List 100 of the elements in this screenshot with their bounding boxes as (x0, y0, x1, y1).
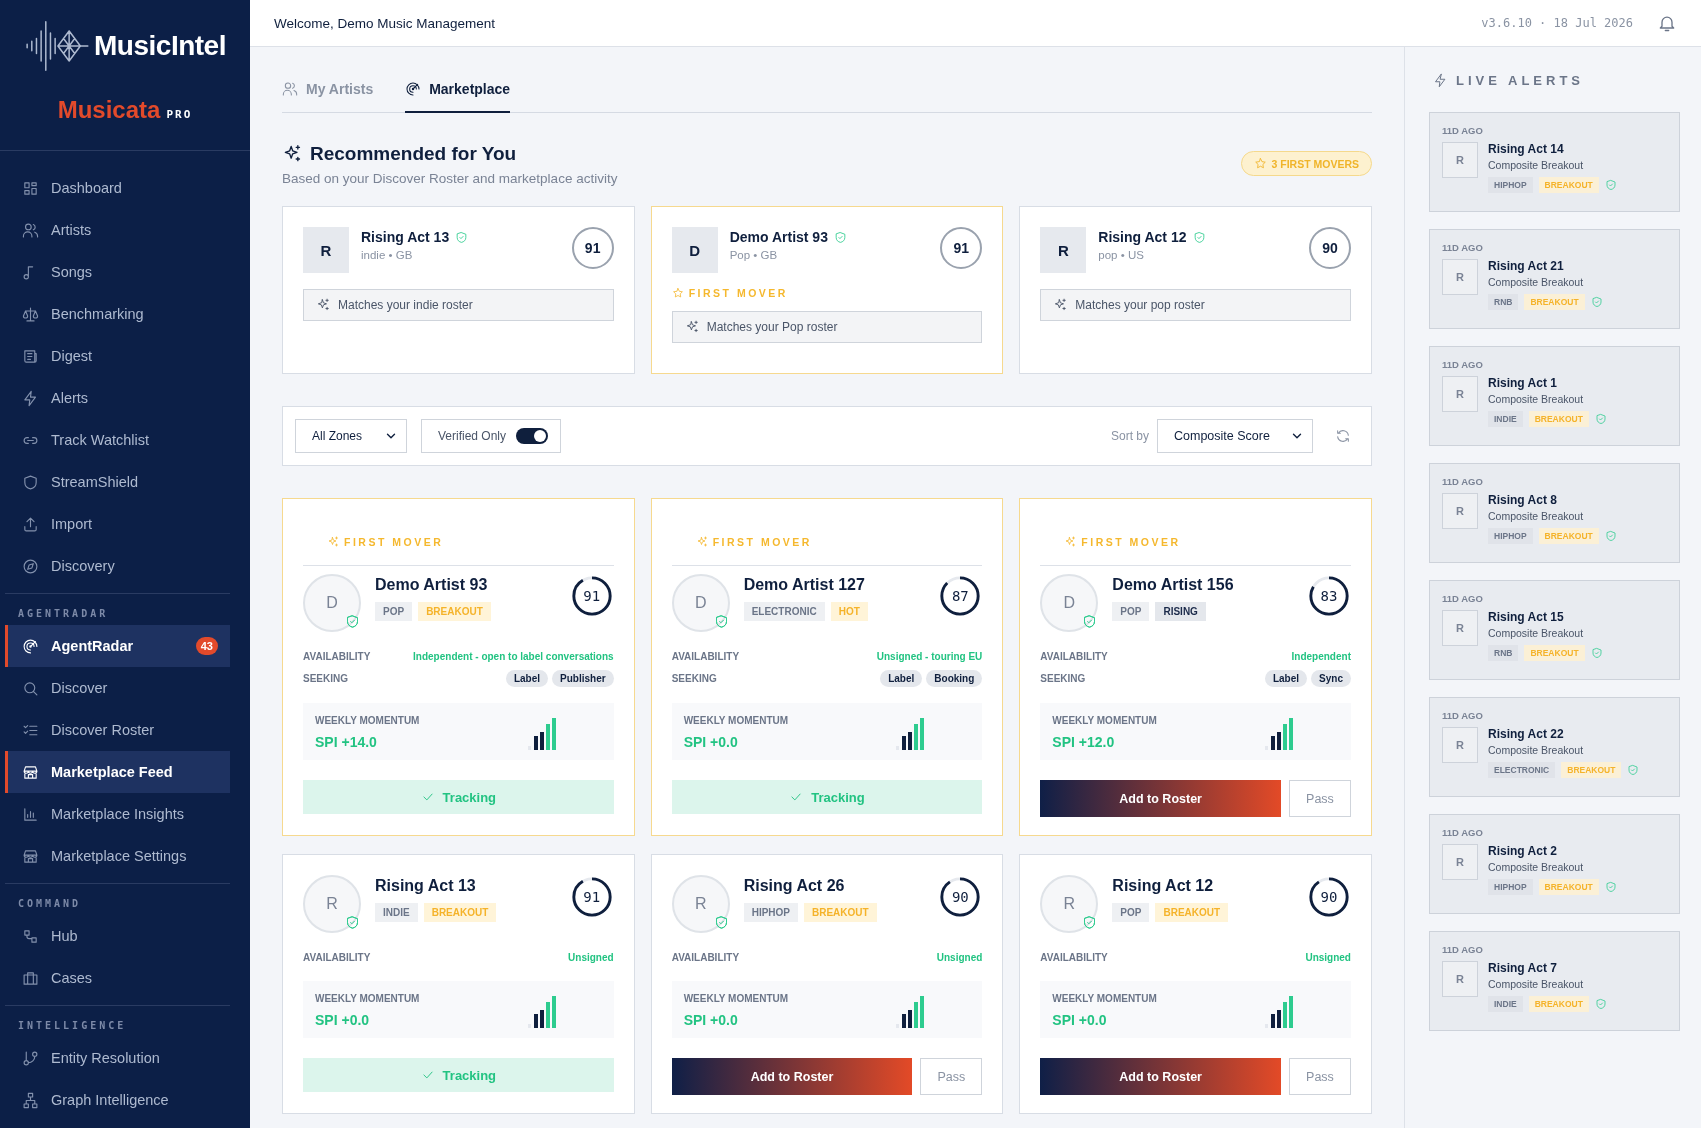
avatar: R (1040, 875, 1099, 933)
badge-text: 3 FIRST MOVERS (1271, 157, 1359, 170)
tab[interactable]: Marketplace (405, 81, 511, 113)
spi-value: SPI +0.0 (1052, 1012, 1108, 1028)
recommendation-card[interactable]: D Demo Artist 93 Pop • GB 91 FIRST MOVER Matches your Pop roster (650, 206, 1004, 374)
recommendation-card[interactable]: R Rising Act 12 pop • US 90 Matches your pop roster (1019, 206, 1372, 374)
welcome-text: Welcome, Demo Music Management (274, 15, 497, 31)
verified-toggle[interactable]: Verified Only (421, 419, 562, 453)
shield-icon (22, 473, 39, 491)
genre-tag: POP (1112, 903, 1150, 922)
scale-icon (22, 305, 39, 323)
sidebar-item[interactable]: Artists (5, 209, 230, 251)
score-circle: 90 (1309, 227, 1351, 269)
sidebar-item[interactable]: Entity Resolution (5, 1037, 230, 1079)
zone-dropdown[interactable]: All Zones (295, 419, 407, 453)
score-circle: 91 (571, 227, 614, 269)
users-icon (22, 221, 39, 239)
first-mover-label: FIRST MOVER (712, 536, 812, 548)
sidebar-item[interactable]: Import (5, 503, 230, 545)
seeking-chip: Label (1264, 670, 1308, 687)
sidebar-item[interactable]: Songs (5, 251, 230, 293)
sparkles-icon (1053, 298, 1068, 312)
alert-card[interactable]: 11D AGO R Rising Act 8 Composite Breakout HIPHOP BREAKOUT (1429, 463, 1680, 563)
artist-name: Rising Act 7 (1488, 961, 1558, 975)
compass-icon (22, 557, 39, 575)
score-value: 83 (1319, 587, 1339, 606)
availability-value: Unsigned (568, 951, 614, 963)
seeking-chip: Booking (926, 670, 983, 687)
availability-value: Unsigned (1305, 951, 1351, 963)
field-label: SEEKING (671, 673, 717, 684)
alert-card[interactable]: 11D AGO R Rising Act 2 Composite Breakout HIPHOP BREAKOUT (1429, 814, 1680, 914)
sidebar-item[interactable]: Graph Intelligence (5, 1079, 230, 1121)
genre-tag: ELECTRONIC (1488, 762, 1556, 778)
alert-card[interactable]: 11D AGO R Rising Act 22 Composite Breakout ELECTRONIC BREAKOUT (1429, 697, 1680, 797)
alert-card[interactable]: 11D AGO R Rising Act 21 Composite Breakout RNB BREAKOUT (1429, 229, 1680, 329)
score-value: 91 (582, 587, 602, 606)
sidebar-item[interactable]: Discovery (5, 545, 230, 587)
first-mover-label: FIRST MOVER (1081, 536, 1181, 548)
alert-card[interactable]: 11D AGO R Rising Act 1 Composite Breakout INDIE BREAKOUT (1429, 346, 1680, 446)
add-to-roster-button[interactable]: Add to Roster (671, 1058, 913, 1095)
status-tag: BREAKOUT (1524, 294, 1585, 310)
artist-meta: indie • GB (361, 249, 414, 261)
sidebar-item[interactable]: Digest (5, 335, 230, 377)
tier-label: PRO (166, 108, 193, 121)
refresh-icon[interactable] (1335, 428, 1351, 444)
sidebar-item[interactable]: Marketplace Feed (5, 751, 230, 793)
seeking-chip: Label (880, 670, 923, 687)
status-tag: BREAKOUT (1528, 411, 1589, 427)
field-label: SEEKING (1040, 673, 1086, 684)
panel-title: LIVE ALERTS (1456, 73, 1585, 88)
sidebar-item[interactable]: Discover (5, 667, 230, 709)
artist-name: Demo Artist 93 (375, 576, 489, 594)
avatar: R (1442, 493, 1478, 529)
field-label: AVAILABILITY (303, 650, 371, 662)
status-tag: BREAKOUT (1561, 762, 1622, 778)
artist-name: Demo Artist 156 (1112, 576, 1235, 594)
momentum-label: WEEKLY MOMENTUM (315, 993, 420, 1004)
artist-name: Rising Act 22 (1488, 727, 1565, 741)
genre-tag: ELECTRONIC (743, 602, 825, 621)
product-name: Musicata (57, 96, 161, 124)
toggle-switch[interactable] (516, 428, 549, 444)
status-tag: RISING (1155, 602, 1206, 621)
sidebar-item[interactable]: Benchmarking (5, 293, 230, 335)
availability-value: Independent - open to label conversations (413, 650, 614, 662)
alert-card[interactable]: 11D AGO R Rising Act 14 Composite Breakout HIPHOP BREAKOUT (1429, 112, 1680, 212)
briefcase-icon (22, 969, 39, 987)
radar-icon (22, 637, 39, 655)
alert-type: Composite Breakout (1488, 276, 1585, 288)
momentum-label: WEEKLY MOMENTUM (1052, 993, 1157, 1004)
section-title: Recommended for You (310, 143, 517, 165)
star-icon (671, 287, 684, 299)
sidebar-item[interactable]: Discover Roster (5, 709, 230, 751)
sidebar-item[interactable]: Hub (5, 915, 230, 957)
avatar: R (1040, 227, 1087, 273)
sidebar-item[interactable]: Dashboard (5, 167, 230, 209)
sidebar-item[interactable]: Alerts (5, 377, 230, 419)
alert-time: 11D AGO (1442, 476, 1484, 487)
sidebar-item[interactable]: StreamShield (5, 461, 230, 503)
avatar: D (671, 227, 718, 273)
availability-value: Independent (1291, 650, 1351, 662)
sidebar-item[interactable]: AgentRadar 43 (5, 625, 230, 667)
recommendation-card[interactable]: R Rising Act 13 indie • GB 91 Matches your indie roster (282, 206, 635, 374)
grid-icon (22, 179, 39, 197)
add-to-roster-button[interactable]: Add to Roster (1040, 780, 1281, 817)
newspaper-icon (22, 347, 39, 365)
section-heading: AGENTRADAR (17, 607, 110, 621)
sidebar-item[interactable]: Marketplace Insights (5, 793, 230, 835)
alert-card[interactable]: 11D AGO R Rising Act 15 Composite Breakout RNB BREAKOUT (1429, 580, 1680, 680)
momentum-label: WEEKLY MOMENTUM (315, 715, 420, 726)
sidebar-item[interactable]: Marketplace Settings (5, 835, 230, 877)
status-tag: BREAKOUT (1538, 528, 1599, 544)
field-label: AVAILABILITY (671, 951, 740, 963)
sidebar-item[interactable]: Track Watchlist (5, 419, 230, 461)
momentum-bars-drawing (896, 715, 927, 750)
alert-card[interactable]: 11D AGO R Rising Act 7 Composite Breakout INDIE BREAKOUT (1429, 931, 1680, 1031)
sidebar-item[interactable]: Cases (5, 957, 230, 999)
hierarchy-icon (22, 1091, 39, 1109)
add-to-roster-button[interactable]: Add to Roster (1040, 1058, 1281, 1095)
alert-time: 11D AGO (1442, 710, 1484, 721)
sort-dropdown[interactable]: Composite Score (1157, 419, 1313, 453)
